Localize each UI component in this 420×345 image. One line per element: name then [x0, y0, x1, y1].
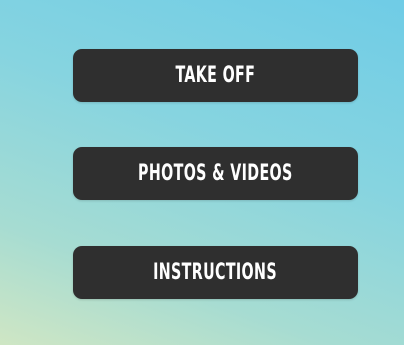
main-menu-screen: TAKE OFF PHOTOS & VIDEOS INSTRUCTIONS: [0, 0, 404, 345]
photos-videos-button[interactable]: PHOTOS & VIDEOS: [73, 147, 358, 200]
take-off-button[interactable]: TAKE OFF: [73, 49, 358, 102]
take-off-label: TAKE OFF: [175, 63, 256, 88]
instructions-label: INSTRUCTIONS: [153, 260, 278, 285]
instructions-button[interactable]: INSTRUCTIONS: [73, 246, 358, 299]
photos-videos-label: PHOTOS & VIDEOS: [138, 161, 293, 186]
